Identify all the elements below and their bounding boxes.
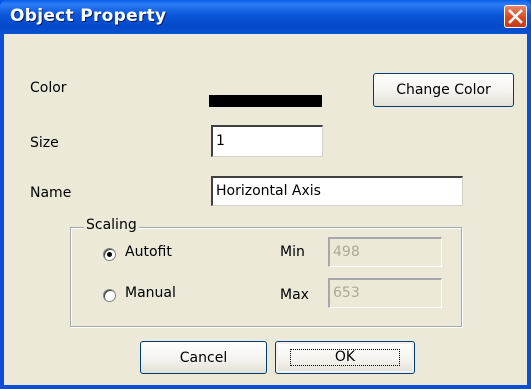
window-frame-right [527, 34, 531, 389]
max-field[interactable]: 653 [328, 278, 442, 308]
dialog-title: Object Property [10, 6, 167, 26]
manual-label[interactable]: Manual [125, 285, 176, 301]
close-icon [508, 9, 523, 24]
color-swatch [209, 95, 322, 107]
radio-selected-dot [107, 252, 112, 257]
change-color-button-label: Change Color [396, 82, 491, 98]
autofit-label[interactable]: Autofit [125, 244, 172, 260]
close-button[interactable] [504, 5, 527, 28]
change-color-button[interactable]: Change Color [373, 73, 514, 107]
min-label: Min [280, 244, 305, 260]
size-field[interactable]: 1 [211, 125, 323, 157]
window-frame-bottom [0, 385, 531, 389]
size-label: Size [30, 135, 59, 151]
ok-button-label: OK [289, 349, 401, 366]
color-label: Color [30, 80, 67, 96]
cancel-button-label: Cancel [179, 349, 228, 366]
title-bar[interactable]: Object Property [0, 0, 531, 34]
max-label: Max [280, 287, 309, 303]
ok-button[interactable]: OK [275, 341, 415, 374]
manual-radio[interactable] [103, 289, 116, 302]
autofit-radio[interactable] [103, 248, 116, 261]
min-field[interactable]: 498 [328, 237, 442, 267]
name-label: Name [30, 185, 72, 201]
scaling-legend: Scaling [84, 217, 139, 233]
name-field[interactable]: Horizontal Axis [211, 176, 463, 206]
object-property-dialog: Object Property Color Change Color Size … [0, 0, 531, 389]
cancel-button[interactable]: Cancel [140, 341, 267, 374]
